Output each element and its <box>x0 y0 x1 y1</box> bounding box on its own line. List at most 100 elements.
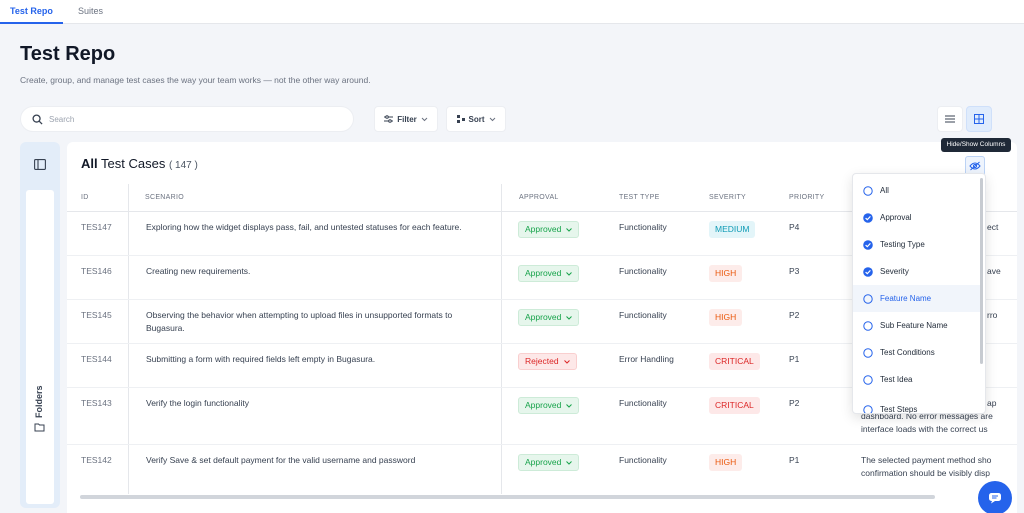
row-overflow-text: confirmation should be visibly disp <box>861 468 990 478</box>
radio-unchecked-icon <box>863 374 873 385</box>
row-overflow-text: interface loads with the correct us <box>861 424 988 434</box>
chevron-down-icon <box>489 117 495 121</box>
approval-status: Approved <box>525 268 562 278</box>
approval-dropdown[interactable]: Rejected <box>518 353 577 370</box>
approval-status: Approved <box>525 457 562 467</box>
check-circle-icon <box>863 239 873 250</box>
folders-toggle[interactable]: Folders <box>34 385 44 432</box>
approval-status: Approved <box>525 224 562 234</box>
radio-unchecked-icon <box>863 293 873 304</box>
column-header-id[interactable]: ID <box>81 184 89 212</box>
chevron-down-icon <box>563 359 570 364</box>
approval-status: Approved <box>525 312 562 322</box>
column-option-severity[interactable]: Severity <box>853 258 981 285</box>
row-test-type: Functionality <box>619 310 667 320</box>
row-id: TES144 <box>81 354 112 364</box>
row-priority: P2 <box>789 398 800 408</box>
column-header-priority[interactable]: PRIORITY <box>789 184 824 212</box>
chevron-down-icon <box>421 117 428 121</box>
row-scenario: Submitting a form with required fields l… <box>146 354 376 364</box>
column-option-test-steps[interactable]: Test Steps <box>853 396 981 413</box>
chevron-down-icon <box>566 460 573 465</box>
table-row[interactable]: TES142 Verify Save & set default payment… <box>67 445 1017 491</box>
folder-icon <box>34 423 44 432</box>
row-priority: P4 <box>789 222 800 232</box>
severity-badge: CRITICAL <box>709 353 760 370</box>
chevron-down-icon <box>566 403 573 408</box>
column-option-feature-name[interactable]: Feature Name <box>853 285 981 312</box>
tab-suites[interactable]: Suites <box>68 0 113 24</box>
grid-icon <box>974 114 984 124</box>
radio-unchecked-icon <box>863 347 873 358</box>
column-option-label: Sub Feature Name <box>880 321 948 330</box>
chevron-down-icon <box>566 315 573 320</box>
columns-menu: All Approval Testing Type Severity Featu… <box>852 173 986 414</box>
column-option-test-conditions[interactable]: Test Conditions <box>853 339 981 366</box>
filter-label: Filter <box>397 114 417 124</box>
approval-dropdown[interactable]: Approved <box>518 454 580 471</box>
row-id: TES146 <box>81 266 112 276</box>
search-box <box>20 106 354 132</box>
sidebar-panel-icon <box>34 158 46 170</box>
row-priority: P1 <box>789 354 800 364</box>
chat-support-button[interactable] <box>978 481 1012 513</box>
severity-badge: MEDIUM <box>709 221 756 238</box>
folders-panel <box>26 190 54 504</box>
search-input[interactable] <box>49 111 349 128</box>
hide-show-columns-tooltip: Hide/Show Columns <box>941 138 1011 152</box>
radio-unchecked-icon <box>863 185 873 196</box>
approval-dropdown[interactable]: Approved <box>518 309 580 326</box>
approval-dropdown[interactable]: Approved <box>518 265 580 282</box>
column-option-label: Test Idea <box>880 375 913 384</box>
severity-badge: HIGH <box>709 265 743 282</box>
column-option-testing-type[interactable]: Testing Type <box>853 231 981 258</box>
row-overflow-text: ect <box>987 222 999 232</box>
row-id: TES147 <box>81 222 112 232</box>
columns-menu-scrollbar[interactable] <box>980 178 983 364</box>
row-id: TES145 <box>81 310 112 320</box>
chat-icon <box>989 493 1001 504</box>
horizontal-scrollbar[interactable] <box>80 495 935 499</box>
column-option-approval[interactable]: Approval <box>853 204 981 231</box>
row-scenario: Verify the login functionality <box>146 398 250 408</box>
approval-dropdown[interactable]: Approved <box>518 221 580 238</box>
row-test-type: Functionality <box>619 222 667 232</box>
row-priority: P1 <box>789 455 800 465</box>
row-priority: P3 <box>789 266 800 276</box>
row-priority: P2 <box>789 310 800 320</box>
row-test-type: Error Handling <box>619 354 674 364</box>
chevron-down-icon <box>566 227 573 232</box>
row-test-type: Functionality <box>619 398 667 408</box>
severity-badge: HIGH <box>709 309 743 326</box>
grid-view-button[interactable] <box>966 106 992 132</box>
column-option-all[interactable]: All <box>853 177 981 204</box>
folders-sidebar: Folders <box>20 142 60 508</box>
column-option-sub-feature-name[interactable]: Sub Feature Name <box>853 312 981 339</box>
column-option-test-idea[interactable]: Test Idea <box>853 366 981 393</box>
filter-button[interactable]: Filter <box>374 106 438 132</box>
sort-button[interactable]: Sort <box>446 106 506 132</box>
row-scenario: Verify Save & set default payment for th… <box>146 455 416 465</box>
row-scenario: Creating new requirements. <box>146 266 251 276</box>
column-header-test-type[interactable]: TEST TYPE <box>619 184 660 212</box>
tab-test-repo[interactable]: Test Repo <box>0 0 63 24</box>
sidebar-toggle-button[interactable] <box>26 150 54 178</box>
column-header-approval[interactable]: APPROVAL <box>519 184 559 212</box>
row-id: TES142 <box>81 455 112 465</box>
column-header-scenario[interactable]: SCENARIO <box>145 184 184 212</box>
radio-unchecked-icon <box>863 320 873 331</box>
top-tab-bar: Test Repo Suites <box>0 0 1024 24</box>
approval-dropdown[interactable]: Approved <box>518 397 580 414</box>
radio-unchecked-icon <box>863 404 873 413</box>
column-option-label: Feature Name <box>880 294 932 303</box>
column-header-severity[interactable]: SEVERITY <box>709 184 746 212</box>
row-test-type: Functionality <box>619 455 667 465</box>
list-view-button[interactable] <box>937 106 963 132</box>
panel-title-bold: All <box>81 156 98 171</box>
severity-badge: CRITICAL <box>709 397 760 414</box>
column-option-label: Test Conditions <box>880 348 935 357</box>
search-icon <box>32 114 43 125</box>
approval-status: Rejected <box>525 356 559 366</box>
column-option-label: Severity <box>880 267 909 276</box>
folders-label: Folders <box>34 385 44 418</box>
